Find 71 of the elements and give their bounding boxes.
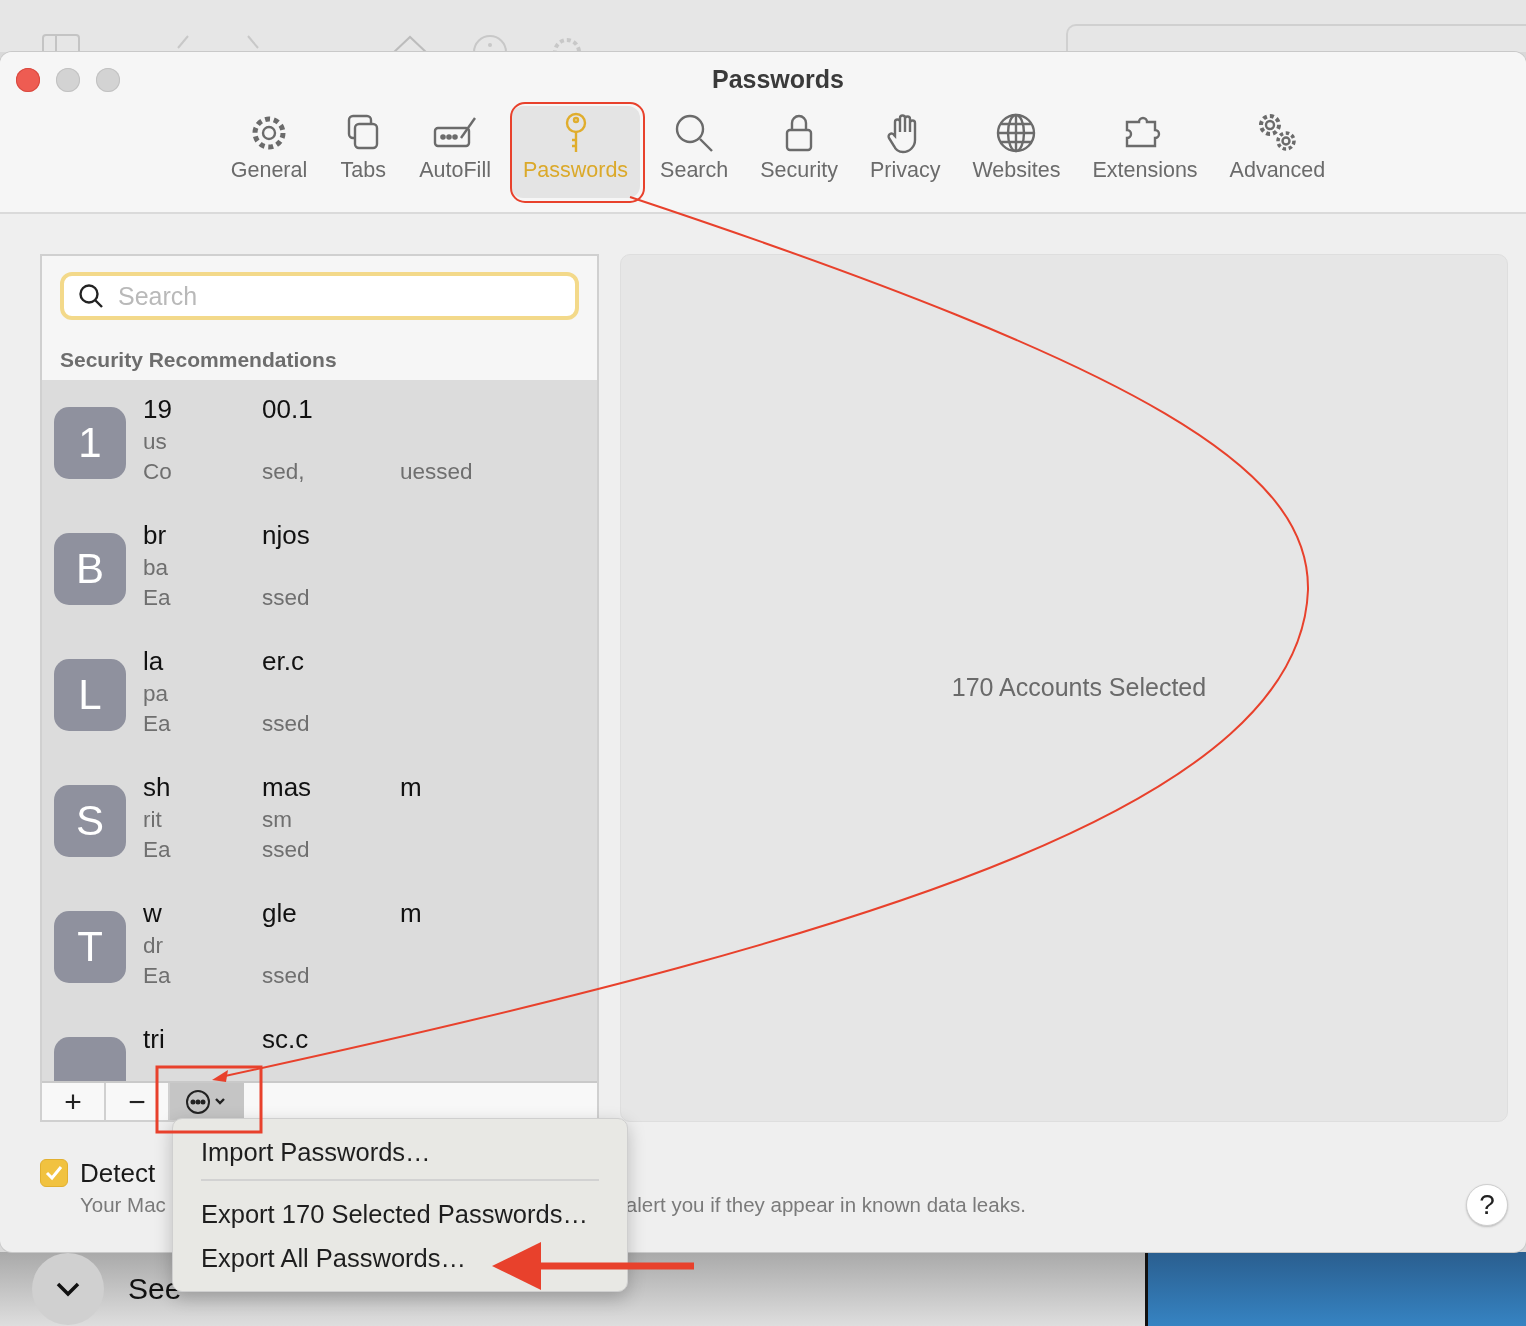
- account-title: la: [143, 646, 165, 677]
- account-detail: us: [143, 429, 168, 455]
- avatar-tile: S: [54, 785, 126, 857]
- password-row[interactable]: T w gle m dr Ea ssed: [42, 884, 597, 1010]
- account-title: br: [143, 520, 168, 551]
- account-detail: sed,: [262, 459, 306, 485]
- section-header: Security Recommendations: [59, 347, 338, 373]
- account-title: w: [143, 898, 163, 929]
- account-detail: ssed: [262, 837, 311, 863]
- preference-tab[interactable]: Tabs: [327, 106, 400, 198]
- account-detail: uessed: [400, 459, 473, 485]
- account-title: m: [400, 898, 422, 929]
- close-button[interactable]: [16, 68, 40, 92]
- search-field[interactable]: Search: [60, 272, 579, 320]
- more-options-button[interactable]: [170, 1083, 244, 1120]
- account-title: 19: [143, 394, 173, 425]
- account-detail: rit: [143, 807, 163, 833]
- account-title: njos: [262, 520, 311, 551]
- account-detail: ssed: [262, 963, 311, 989]
- account-detail: dr: [143, 933, 164, 959]
- account-title: sh: [143, 772, 172, 803]
- preference-tab[interactable]: Advanced: [1217, 106, 1338, 198]
- description-text: Your Mac: [80, 1192, 166, 1217]
- sidebar-icon: [42, 34, 80, 54]
- avatar-tile: B: [54, 533, 126, 605]
- account-title: m: [400, 772, 422, 803]
- checkbox[interactable]: [40, 1159, 68, 1187]
- search-icon: [78, 283, 104, 309]
- preference-tab[interactable]: Websites: [960, 106, 1073, 198]
- account-detail: Ea: [143, 837, 172, 863]
- zoom-button[interactable]: [96, 68, 120, 92]
- account-title: mas: [262, 772, 313, 803]
- description-text: alert you if they appear in known data leaks.: [625, 1192, 1026, 1217]
- password-row[interactable]: 1 19 00.1 us Co sed, uessed: [42, 380, 597, 506]
- preference-tab[interactable]: Search: [648, 106, 741, 198]
- account-title: er.c: [262, 646, 305, 677]
- avatar-tile: 1: [54, 407, 126, 479]
- checkbox-label: Detect: [80, 1157, 156, 1189]
- password-row[interactable]: S sh mas m rit sm Ea ssed: [42, 758, 597, 884]
- account-detail: Ea: [143, 963, 172, 989]
- help-button[interactable]: ?: [1466, 1184, 1508, 1226]
- preference-tab[interactable]: Privacy: [857, 106, 953, 198]
- preference-tab[interactable]: Security: [748, 106, 850, 198]
- menu-item[interactable]: Import Passwords…: [201, 1133, 599, 1171]
- account-detail: ssed: [262, 711, 311, 737]
- account-detail: Ea: [143, 711, 172, 737]
- info-icon: [472, 34, 508, 54]
- account-title: 00.1: [262, 394, 314, 425]
- window-title: Passwords: [712, 64, 844, 94]
- account-detail: Ea: [143, 585, 172, 611]
- avatar-tile: T: [54, 911, 126, 983]
- account-title: tri: [143, 1024, 166, 1055]
- account-title: sc.c: [262, 1024, 310, 1055]
- password-row[interactable]: L la er.c pa Ea ssed: [42, 632, 597, 758]
- add-button[interactable]: +: [42, 1083, 106, 1120]
- account-detail: pa: [143, 681, 170, 707]
- preference-tab[interactable]: Extensions: [1080, 106, 1210, 198]
- account-detail: sm: [262, 807, 293, 833]
- menu-item[interactable]: Export All Passwords…: [201, 1239, 599, 1277]
- menu-item[interactable]: Export 170 Selected Passwords…: [201, 1195, 599, 1233]
- password-row[interactable]: tri sc.c: [42, 1010, 597, 1081]
- preference-tab[interactable]: General: [218, 106, 320, 198]
- account-title: gle: [262, 898, 298, 929]
- account-detail: ssed: [262, 585, 311, 611]
- minimize-button[interactable]: [56, 68, 80, 92]
- account-detail: Co: [143, 459, 173, 485]
- selection-message: 170 Accounts Selected: [951, 673, 1207, 702]
- account-detail: ba: [143, 555, 170, 581]
- preference-tab[interactable]: AutoFill: [407, 106, 503, 198]
- avatar-tile: L: [54, 659, 126, 731]
- password-row[interactable]: B br njos ba Ea ssed: [42, 506, 597, 632]
